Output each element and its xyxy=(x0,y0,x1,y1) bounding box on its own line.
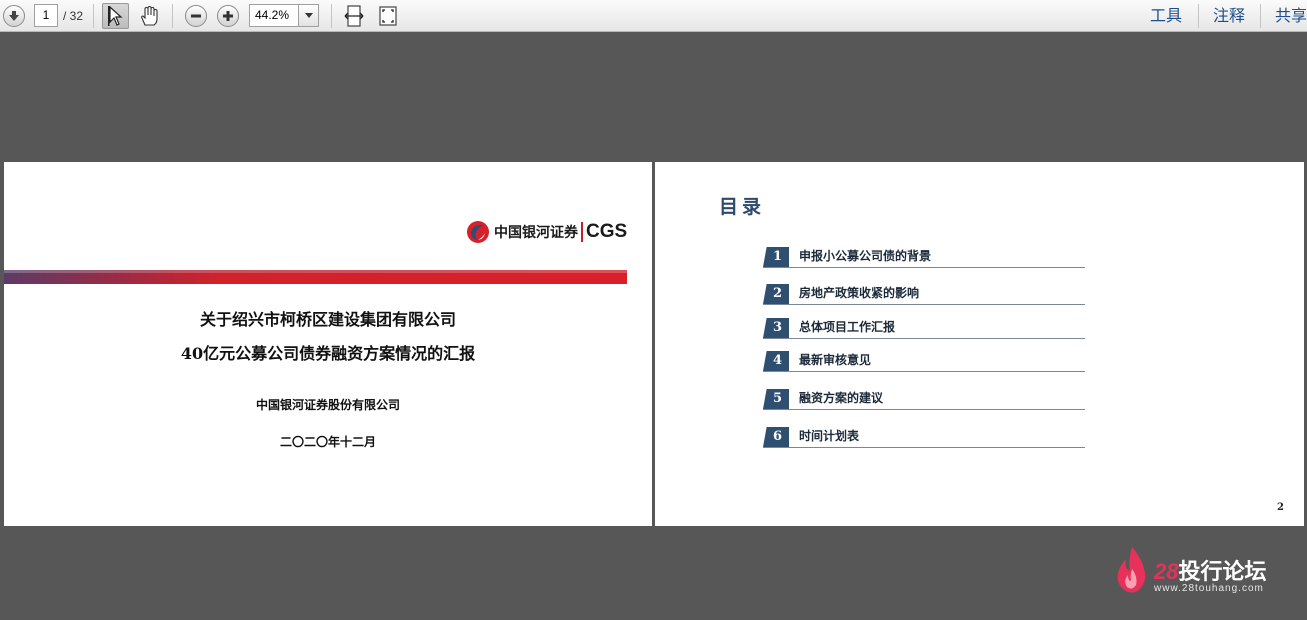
toc-item-number: 4 xyxy=(763,351,789,371)
zoom-in-button[interactable] xyxy=(215,0,241,32)
watermark-number: 28 xyxy=(1154,559,1179,584)
brand-logo: 中国银河证券 CGS xyxy=(466,220,627,244)
select-cursor-icon xyxy=(107,6,123,26)
hand-tool-icon xyxy=(141,5,158,26)
zoom-out-icon xyxy=(185,5,207,27)
watermark-name: 投行论坛 xyxy=(1178,559,1267,584)
toc-item-label: 融资方案的建议 xyxy=(799,391,884,405)
share-link[interactable]: 共享 xyxy=(1275,0,1307,32)
toc-item-label: 总体项目工作汇报 xyxy=(799,320,896,334)
toolbar-divider xyxy=(93,4,94,28)
page-number: 2 xyxy=(1277,502,1284,513)
logo-divider xyxy=(581,222,583,242)
report-date: 二〇二〇年十二月 xyxy=(279,435,376,449)
tools-link[interactable]: 工具 xyxy=(1150,0,1182,32)
fit-width-icon xyxy=(344,5,364,27)
toc-heading: 目录 xyxy=(719,196,766,218)
toc-item-number: 1 xyxy=(763,247,789,267)
toc-item-number: 3 xyxy=(763,318,789,338)
toc-item-number: 5 xyxy=(763,389,789,409)
toc-item[interactable]: 6 时间计划表 xyxy=(763,426,1085,448)
toolbar-divider xyxy=(1198,4,1199,28)
toc-item-label: 申报小公募公司债的背景 xyxy=(799,249,932,263)
zoom-value: 44.2% xyxy=(255,8,290,22)
zoom-out-button[interactable] xyxy=(183,0,209,32)
toolbar-divider xyxy=(331,4,332,28)
toc-item[interactable]: 4 最新审核意见 xyxy=(763,350,1085,372)
galaxy-logo-icon xyxy=(467,221,489,243)
report-title-line2: 40亿元公募公司债券融资方案情况的汇报 xyxy=(180,344,476,363)
flame-logo-icon xyxy=(1117,547,1146,593)
watermark-title: 28投行论坛 xyxy=(1154,554,1267,586)
zoom-in-icon xyxy=(217,5,239,27)
toc-item-label: 时间计划表 xyxy=(799,429,860,443)
hand-tool-button[interactable] xyxy=(136,0,162,32)
toc-item[interactable]: 2 房地产政策收紧的影响 xyxy=(763,283,1085,305)
forum-watermark: 28投行论坛 www.28touhang.com xyxy=(1112,545,1302,597)
toolbar: 1 / 32 44.2% 工具 注释 共享 xyxy=(0,0,1307,32)
document-page-2: 目录 1 申报小公募公司债的背景 2 房地产政策收紧的影响 3 总体项目工作汇报… xyxy=(655,162,1304,526)
watermark-url: www.28touhang.com xyxy=(1154,583,1264,594)
next-page-button[interactable] xyxy=(2,0,26,32)
page-total-label: / 32 xyxy=(63,9,84,23)
fit-page-button[interactable] xyxy=(375,0,401,32)
page-number-input[interactable]: 1 xyxy=(34,4,58,27)
company-name: 中国银河证券股份有限公司 xyxy=(255,398,400,412)
toc-item-label: 最新审核意见 xyxy=(799,353,872,367)
logo-chinese-text: 中国银河证券 xyxy=(494,225,578,241)
toc-item-number: 6 xyxy=(763,427,789,447)
select-tool-button[interactable] xyxy=(102,3,129,29)
report-title-line1: 关于绍兴市柯桥区建设集团有限公司 xyxy=(199,310,456,329)
fit-width-button[interactable] xyxy=(341,0,367,32)
toc-item-label: 房地产政策收紧的影响 xyxy=(799,286,920,300)
comment-link[interactable]: 注释 xyxy=(1213,0,1245,32)
brand-stripe xyxy=(4,270,627,284)
toolbar-divider xyxy=(172,4,173,28)
toc-item[interactable]: 3 总体项目工作汇报 xyxy=(763,317,1085,339)
next-page-icon xyxy=(3,5,25,27)
zoom-select[interactable]: 44.2% xyxy=(249,4,319,27)
document-page-1: 中国银河证券 CGS 关于绍兴市柯桥区建设集团有限公司 40亿元公募公司债券融资… xyxy=(4,162,652,526)
logo-english-text: CGS xyxy=(586,221,628,242)
toolbar-divider xyxy=(1260,4,1261,28)
toc-item-number: 2 xyxy=(763,284,789,304)
toc-item[interactable]: 5 融资方案的建议 xyxy=(763,388,1085,410)
fit-page-icon xyxy=(379,6,397,26)
chevron-down-icon[interactable] xyxy=(298,5,318,26)
toc-item[interactable]: 1 申报小公募公司债的背景 xyxy=(763,246,1085,268)
